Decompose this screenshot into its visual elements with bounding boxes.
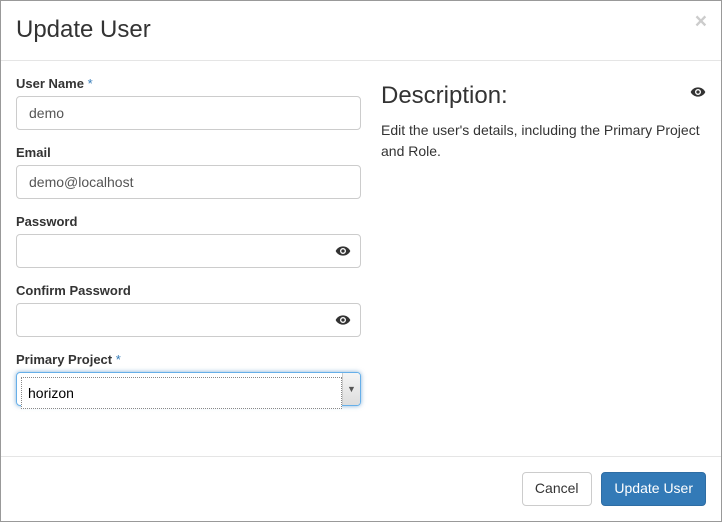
primary-project-group: Primary Project * horizon ▼	[16, 352, 361, 406]
description-text: Edit the user's details, including the P…	[381, 120, 706, 162]
description-column: Description: Edit the user's details, in…	[381, 76, 706, 441]
eye-icon[interactable]	[335, 243, 351, 259]
chevron-down-icon: ▼	[342, 373, 360, 405]
confirm-password-input-wrap	[16, 303, 361, 337]
modal-header: Update User ×	[1, 1, 721, 61]
password-input-wrap	[16, 234, 361, 268]
required-star: *	[116, 352, 121, 367]
password-label: Password	[16, 214, 361, 229]
email-group: Email	[16, 145, 361, 199]
close-button[interactable]: ×	[695, 11, 707, 32]
update-user-modal: Update User × User Name * Email Password	[0, 0, 722, 522]
password-group: Password	[16, 214, 361, 268]
modal-title: Update User	[16, 16, 706, 45]
close-icon: ×	[695, 10, 707, 33]
email-label: Email	[16, 145, 361, 160]
description-title: Description:	[381, 82, 508, 110]
form-column: User Name * Email Password Con	[16, 76, 361, 441]
primary-project-label-text: Primary Project	[16, 352, 112, 367]
confirm-password-group: Confirm Password	[16, 283, 361, 337]
description-header: Description:	[381, 76, 706, 120]
primary-project-label: Primary Project *	[16, 352, 361, 367]
username-input[interactable]	[16, 96, 361, 130]
username-group: User Name *	[16, 76, 361, 130]
eye-icon[interactable]	[335, 312, 351, 328]
primary-project-select[interactable]: horizon	[21, 377, 342, 409]
confirm-password-label: Confirm Password	[16, 283, 361, 298]
password-input[interactable]	[16, 234, 361, 268]
cancel-button[interactable]: Cancel	[522, 472, 592, 506]
update-user-button[interactable]: Update User	[601, 472, 706, 506]
username-label: User Name *	[16, 76, 361, 91]
required-star: *	[88, 76, 93, 91]
username-label-text: User Name	[16, 76, 84, 91]
primary-project-select-wrap[interactable]: horizon ▼	[16, 372, 361, 406]
confirm-password-input[interactable]	[16, 303, 361, 337]
email-input[interactable]	[16, 165, 361, 199]
modal-body: User Name * Email Password Con	[1, 61, 721, 456]
eye-icon[interactable]	[690, 84, 706, 100]
modal-footer: Cancel Update User	[1, 456, 721, 521]
